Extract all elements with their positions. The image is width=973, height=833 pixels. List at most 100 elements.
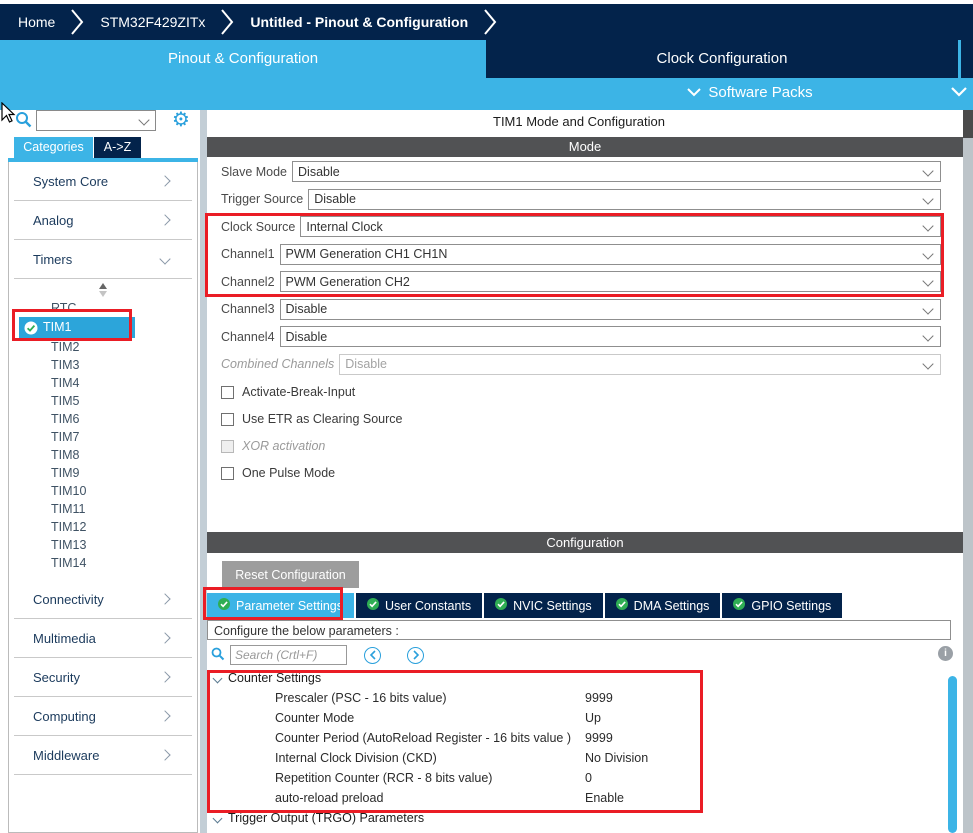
sidebar-tab-categories[interactable]: Categories: [14, 137, 93, 158]
search-next-button[interactable]: [407, 647, 424, 664]
chevron-down-icon: [138, 114, 149, 125]
config-tab-user-constants[interactable]: User Constants: [356, 593, 482, 618]
sidebar-item-tim1[interactable]: TIM1: [19, 317, 135, 338]
sidebar-item-system-core[interactable]: System Core: [9, 162, 197, 200]
param-row[interactable]: auto-reload preloadEnable: [207, 788, 951, 808]
sidebar-item-timers[interactable]: Timers: [9, 240, 197, 278]
sidebar-item-connectivity[interactable]: Connectivity: [9, 580, 197, 618]
main-scrollbar-track[interactable]: [963, 110, 973, 833]
param-section-counter-settings[interactable]: Counter Settings: [207, 668, 951, 688]
sidebar-item-tim11[interactable]: TIM11: [9, 500, 197, 518]
sidebar-item-tim10[interactable]: TIM10: [9, 482, 197, 500]
param-name: Counter Mode: [275, 711, 585, 725]
param-row[interactable]: Repetition Counter (RCR - 8 bits value)0: [207, 768, 951, 788]
checkbox-one-pulse-mode[interactable]: One Pulse Mode: [221, 465, 402, 481]
param-name: Internal Clock Division (CKD): [275, 751, 585, 765]
chevron-right-icon: [159, 710, 170, 721]
sidebar-item-analog[interactable]: Analog: [9, 201, 197, 239]
chevron-right-icon: [159, 671, 170, 682]
check-circle-icon: [616, 598, 628, 613]
sidebar-item-label: Multimedia: [33, 631, 96, 646]
sidebar-item-tim4[interactable]: TIM4: [9, 374, 197, 392]
checkbox-use-etr-as-clearing-source[interactable]: Use ETR as Clearing Source: [221, 411, 402, 427]
sidebar-item-rtc[interactable]: RTC: [9, 299, 197, 317]
mode-row-label: Channel4: [221, 330, 275, 344]
software-packs-toggle[interactable]: Software Packs: [540, 84, 960, 101]
mode-select-channel4[interactable]: Disable: [280, 326, 941, 347]
config-tab-gpio-settings[interactable]: GPIO Settings: [722, 593, 842, 618]
chevron-down-icon: [159, 253, 170, 264]
sidebar-item-tim12[interactable]: TIM12: [9, 518, 197, 536]
sidebar-item-tim6[interactable]: TIM6: [9, 410, 197, 428]
sidebar-item-tim13[interactable]: TIM13: [9, 536, 197, 554]
app-window: CubeMX HomeSTM32F429ZITxUntitled - Pinou…: [0, 0, 973, 833]
sidebar-item-tim2[interactable]: TIM2: [9, 338, 197, 356]
sidebar-tab-a-to-z[interactable]: A->Z: [94, 137, 141, 158]
breadcrumb-item[interactable]: Home: [18, 14, 55, 30]
chevron-right-icon: [484, 9, 497, 35]
param-name: auto-reload preload: [275, 791, 585, 805]
param-value[interactable]: 9999: [585, 731, 613, 745]
tab-next-sliver[interactable]: [961, 40, 973, 78]
mode-select-slave-mode[interactable]: Disable: [292, 161, 941, 182]
gear-icon[interactable]: ⚙: [172, 107, 190, 131]
param-row[interactable]: Internal Clock Division (CKD)No Division: [207, 748, 951, 768]
sidebar-item-tim9[interactable]: TIM9: [9, 464, 197, 482]
mode-select-combined-channels[interactable]: Disable: [339, 354, 941, 375]
tab-pinout-configuration[interactable]: Pinout & Configuration: [0, 40, 486, 78]
config-tab-dma-settings[interactable]: DMA Settings: [605, 593, 721, 618]
checkbox-label: XOR activation: [242, 439, 325, 453]
panel-splitter[interactable]: [200, 110, 207, 833]
banner-collapse-chevron-icon[interactable]: [951, 86, 967, 100]
sidebar-item-label: Connectivity: [33, 592, 104, 607]
mode-row-label: Clock Source: [221, 220, 295, 234]
param-value[interactable]: Enable: [585, 791, 624, 805]
main-scrollbar-thumb[interactable]: [963, 110, 973, 138]
param-row[interactable]: Counter ModeUp: [207, 708, 951, 728]
sidebar-item-tim14[interactable]: TIM14: [9, 554, 197, 572]
sidebar-item-computing[interactable]: Computing: [9, 697, 197, 735]
chevron-down-icon: [922, 358, 933, 369]
mode-row-label: Trigger Source: [221, 192, 303, 206]
mode-select-channel2[interactable]: PWM Generation CH2: [280, 271, 941, 292]
sidebar-item-tim3[interactable]: TIM3: [9, 356, 197, 374]
sidebar-item-tim8[interactable]: TIM8: [9, 446, 197, 464]
parameters-scrollbar[interactable]: [948, 676, 957, 833]
info-icon[interactable]: i: [938, 646, 953, 661]
checkbox-xor-activation[interactable]: XOR activation: [221, 438, 402, 454]
sidebar-item-multimedia[interactable]: Multimedia: [9, 619, 197, 657]
timer-label: TIM11: [51, 502, 86, 516]
chevron-right-icon: [159, 593, 170, 604]
param-row[interactable]: Prescaler (PSC - 16 bits value)9999: [207, 688, 951, 708]
mode-select-clock-source[interactable]: Internal Clock: [300, 216, 941, 237]
parameter-search-input[interactable]: [230, 645, 347, 665]
reset-configuration-button[interactable]: Reset Configuration: [222, 561, 359, 588]
breadcrumb-item[interactable]: Untitled - Pinout & Configuration: [250, 14, 468, 30]
param-value[interactable]: No Division: [585, 751, 648, 765]
sidebar-item-tim7[interactable]: TIM7: [9, 428, 197, 446]
check-circle-icon: [367, 598, 379, 613]
param-value[interactable]: Up: [585, 711, 601, 725]
config-tab-parameter-settings[interactable]: Parameter Settings: [207, 593, 354, 618]
search-previous-button[interactable]: [364, 647, 381, 664]
mode-select-channel3[interactable]: Disable: [280, 299, 941, 320]
timer-label: TIM5: [51, 394, 79, 408]
param-row[interactable]: Counter Period (AutoReload Register - 16…: [207, 728, 951, 748]
param-value[interactable]: 9999: [585, 691, 613, 705]
sort-spinner-icon[interactable]: [9, 283, 197, 299]
timers-list: RTCTIM1TIM2TIM3TIM4TIM5TIM6TIM7TIM8TIM9T…: [9, 279, 197, 580]
checkbox-activate-break-input[interactable]: Activate-Break-Input: [221, 384, 402, 400]
param-section-trigger-output-trgo-parameters[interactable]: Trigger Output (TRGO) Parameters: [207, 808, 951, 828]
param-value[interactable]: 0: [585, 771, 592, 785]
configuration-tabs: Parameter SettingsUser ConstantsNVIC Set…: [207, 593, 842, 618]
ip-search-combobox[interactable]: [36, 110, 156, 131]
sidebar-item-security[interactable]: Security: [9, 658, 197, 696]
mode-select-channel1[interactable]: PWM Generation CH1 CH1N: [280, 244, 941, 265]
sidebar-item-tim5[interactable]: TIM5: [9, 392, 197, 410]
config-tab-nvic-settings[interactable]: NVIC Settings: [484, 593, 603, 618]
sidebar-item-middleware[interactable]: Middleware: [9, 736, 197, 774]
tab-clock-configuration[interactable]: Clock Configuration: [486, 40, 958, 78]
breadcrumb-item[interactable]: STM32F429ZITx: [100, 14, 205, 30]
mode-select-trigger-source[interactable]: Disable: [308, 189, 941, 210]
sidebar-item-label: Timers: [33, 252, 72, 267]
